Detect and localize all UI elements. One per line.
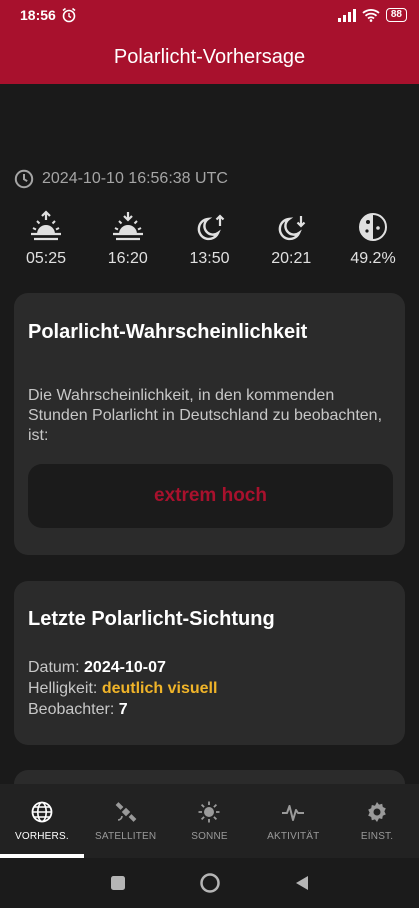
sighting-date-label: Datum: [28, 659, 80, 676]
app-bar: Polarlicht-Vorhersage [0, 30, 419, 84]
alarm-icon [62, 7, 76, 23]
status-icons: 88 [337, 8, 407, 22]
activity-icon [282, 805, 305, 821]
sighting-observers-row: Beobachter: 7 [28, 699, 217, 720]
moon-phase-item: 49.2% [341, 210, 405, 268]
probability-level-box: extrem hoch [28, 464, 393, 528]
sunset-item: 16:20 [96, 210, 160, 268]
sunrise-time: 05:25 [25, 250, 67, 267]
probability-description: Die Wahrscheinlichkeit, in den kommenden… [28, 387, 383, 444]
status-time: 18:56 [20, 7, 56, 23]
sun-icon [198, 801, 220, 823]
nav-satellites-label: SATELLITEN [95, 831, 157, 842]
moon-phase-icon [359, 213, 387, 241]
sunset-icon [112, 212, 143, 241]
timestamp-text: 2024-10-10 16:56:38 UTC [42, 170, 228, 187]
nav-sun[interactable]: SONNE [168, 784, 252, 858]
probability-title: Polarlicht-Wahrscheinlichkeit [28, 321, 308, 343]
sighting-title: Letzte Polarlicht-Sichtung [28, 608, 275, 630]
update-timestamp: 2024-10-10 16:56:38 UTC [14, 169, 228, 189]
gear-icon [368, 802, 386, 822]
satellite-icon [115, 802, 137, 822]
sighting-date-row: Datum: 2024-10-07 [28, 657, 217, 678]
bottom-navigation: VORHERS. SATELLITEN SONNE AKTIVITÄT EINS… [0, 784, 419, 858]
sighting-card: Letzte Polarlicht-Sichtung Datum: 2024-1… [14, 581, 405, 745]
sighting-brightness-row: Helligkeit: deutlich visuell [28, 678, 217, 699]
battery-indicator: 88 [385, 8, 407, 22]
moonset-time: 20:21 [271, 250, 312, 267]
sunrise-item: 05:25 [14, 210, 78, 268]
signal-icon [337, 8, 356, 22]
moon-illumination: 49.2% [350, 250, 396, 267]
nav-forecast[interactable]: VORHERS. [0, 784, 84, 858]
main-content[interactable]: 2024-10-10 16:56:38 UTC 05:25 16:20 13:5… [0, 84, 419, 784]
sighting-details: Datum: 2024-10-07 Helligkeit: deutlich v… [28, 657, 217, 720]
moonset-icon [278, 216, 306, 241]
globe-icon [31, 801, 53, 823]
system-navigation-bar [0, 858, 419, 908]
nav-activity-label: AKTIVITÄT [267, 831, 320, 842]
status-time-group: 18:56 [20, 7, 77, 23]
nav-forecast-label: VORHERS. [14, 831, 69, 842]
probability-level: extrem hoch [154, 485, 267, 506]
moonrise-item: 13:50 [178, 210, 242, 268]
back-button[interactable] [293, 874, 311, 892]
sunset-time: 16:20 [107, 250, 148, 267]
nav-sun-label: SONNE [191, 831, 228, 842]
sighting-observers-value: 7 [118, 701, 128, 718]
home-button[interactable] [199, 872, 221, 894]
sighting-brightness-label: Helligkeit: [28, 680, 98, 697]
app-title: Polarlicht-Vorhersage [113, 45, 306, 68]
status-bar: 18:56 88 [0, 0, 419, 30]
clock-icon [14, 169, 34, 189]
moonrise-time: 13:50 [189, 250, 230, 267]
astro-times-row: 05:25 16:20 13:50 20:21 49.2% [14, 210, 405, 268]
next-card-partial [14, 770, 405, 784]
sighting-date-value: 2024-10-07 [84, 659, 166, 676]
sighting-observers-label: Beobachter: [28, 701, 115, 718]
wifi-icon [362, 9, 380, 22]
nav-settings[interactable]: EINST. [335, 784, 419, 858]
nav-satellites[interactable]: SATELLITEN [84, 784, 168, 858]
nav-settings-label: EINST. [360, 831, 394, 842]
moonset-item: 20:21 [259, 210, 323, 268]
sunrise-icon [31, 210, 61, 241]
probability-card: Polarlicht-Wahrscheinlichkeit Die Wahrsc… [14, 293, 405, 555]
moonrise-icon [197, 214, 224, 241]
nav-activity[interactable]: AKTIVITÄT [251, 784, 335, 858]
sighting-brightness-value: deutlich visuell [101, 680, 218, 697]
recent-apps-button[interactable] [109, 874, 127, 892]
